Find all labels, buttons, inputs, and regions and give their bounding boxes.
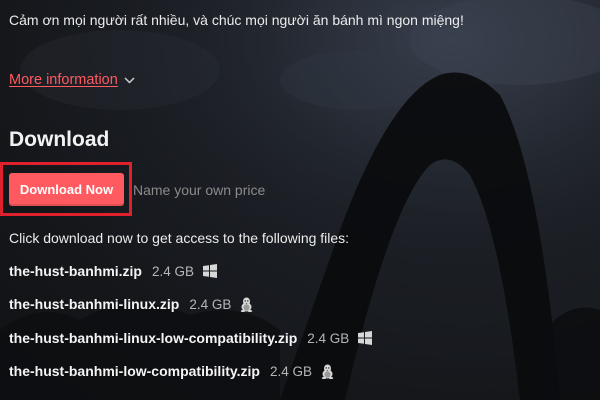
windows-icon — [358, 331, 373, 345]
download-page: Cảm ơn mọi người rất nhiều, và chúc mọi … — [0, 0, 600, 400]
file-row-linux-low-compatibility: the-hust-banhmi-linux-low-compatibility.… — [9, 330, 373, 346]
file-name: the-hust-banhmi-linux-low-compatibility.… — [9, 330, 298, 346]
linux-icon — [321, 364, 334, 379]
name-your-price-label: Name your own price — [133, 182, 266, 198]
file-size: 2.4 GB — [269, 363, 312, 379]
file-size: 2.4 GB — [307, 330, 350, 346]
file-name: the-hust-banhmi.zip — [9, 263, 142, 279]
download-instructions: Click download now to get access to the … — [9, 230, 350, 246]
chevron-down-icon — [124, 72, 135, 88]
more-information-label: More information — [9, 72, 118, 88]
file-size: 2.4 GB — [152, 263, 195, 279]
download-heading: Download — [9, 128, 110, 151]
more-information-link[interactable]: More information — [9, 72, 135, 88]
file-row-low-compatibility: the-hust-banhmi-low-compatibility.zip 2.… — [9, 363, 334, 379]
thanks-message: Cảm ơn mọi người rất nhiều, và chúc mọi … — [9, 12, 464, 28]
download-now-button[interactable]: Download Now — [9, 173, 124, 206]
file-name: the-hust-banhmi-low-compatibility.zip — [9, 363, 260, 379]
file-row-linux: the-hust-banhmi-linux.zip 2.4 GB — [9, 296, 253, 312]
windows-icon — [203, 264, 218, 278]
file-row-windows: the-hust-banhmi.zip 2.4 GB — [9, 263, 218, 279]
file-name: the-hust-banhmi-linux.zip — [9, 296, 180, 312]
file-size: 2.4 GB — [189, 296, 232, 312]
linux-icon — [240, 297, 253, 312]
